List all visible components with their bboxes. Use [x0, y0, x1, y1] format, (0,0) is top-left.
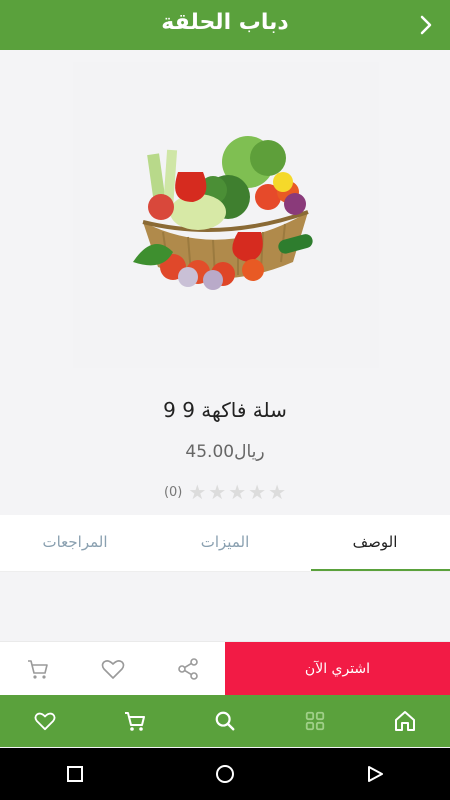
square-icon — [67, 766, 83, 782]
back-button[interactable] — [416, 12, 436, 38]
grid-icon — [305, 711, 325, 731]
triangle-icon — [368, 766, 383, 782]
search-icon — [215, 711, 235, 731]
star-icon: ★ — [248, 480, 267, 504]
product-image-area — [0, 50, 450, 380]
chevron-right-icon — [420, 15, 432, 35]
product-price: ريال45.00 — [185, 442, 265, 462]
rating: (0) ★ ★ ★ ★ ★ — [0, 481, 450, 503]
home-system-button[interactable] — [150, 748, 300, 800]
nav-cart[interactable] — [90, 695, 180, 747]
star-icon: ★ — [228, 480, 247, 504]
action-bar: اشتري الآن — [0, 641, 450, 695]
cart-button[interactable] — [0, 642, 75, 695]
product-title: سلة فاكهة 9 9 — [163, 398, 287, 422]
star-icon: ★ — [208, 480, 227, 504]
cart-icon — [125, 712, 145, 731]
rating-count: (0) — [163, 484, 183, 500]
buy-now-button[interactable]: اشتري الآن — [225, 642, 450, 695]
app-header: دباب الحلقة — [0, 0, 450, 50]
tab-description[interactable]: الوصف — [300, 515, 450, 571]
star-icon: ★ — [268, 480, 287, 504]
nav-search[interactable] — [180, 695, 270, 747]
heart-icon — [101, 659, 124, 679]
nav-favorites[interactable] — [0, 695, 90, 747]
recents-button[interactable] — [0, 748, 150, 800]
nav-home[interactable] — [360, 695, 450, 747]
circle-icon — [216, 765, 234, 783]
bottom-nav — [0, 695, 450, 747]
heart-icon — [34, 712, 56, 731]
system-nav-bar — [0, 748, 450, 800]
back-system-button[interactable] — [300, 748, 450, 800]
product-image[interactable] — [73, 62, 379, 368]
share-icon — [177, 657, 198, 680]
tab-features[interactable]: الميزات — [150, 515, 300, 571]
star-icon: ★ — [188, 480, 207, 504]
product-tabs: المراجعات الميزات الوصف — [0, 515, 450, 572]
nav-categories[interactable] — [270, 695, 360, 747]
cart-icon — [27, 659, 48, 679]
share-button[interactable] — [150, 642, 225, 695]
page-title: دباب الحلقة — [161, 10, 289, 35]
vegetable-basket-image — [133, 136, 313, 290]
favorite-button[interactable] — [75, 642, 150, 695]
tab-reviews[interactable]: المراجعات — [0, 515, 150, 571]
home-icon — [395, 711, 415, 731]
